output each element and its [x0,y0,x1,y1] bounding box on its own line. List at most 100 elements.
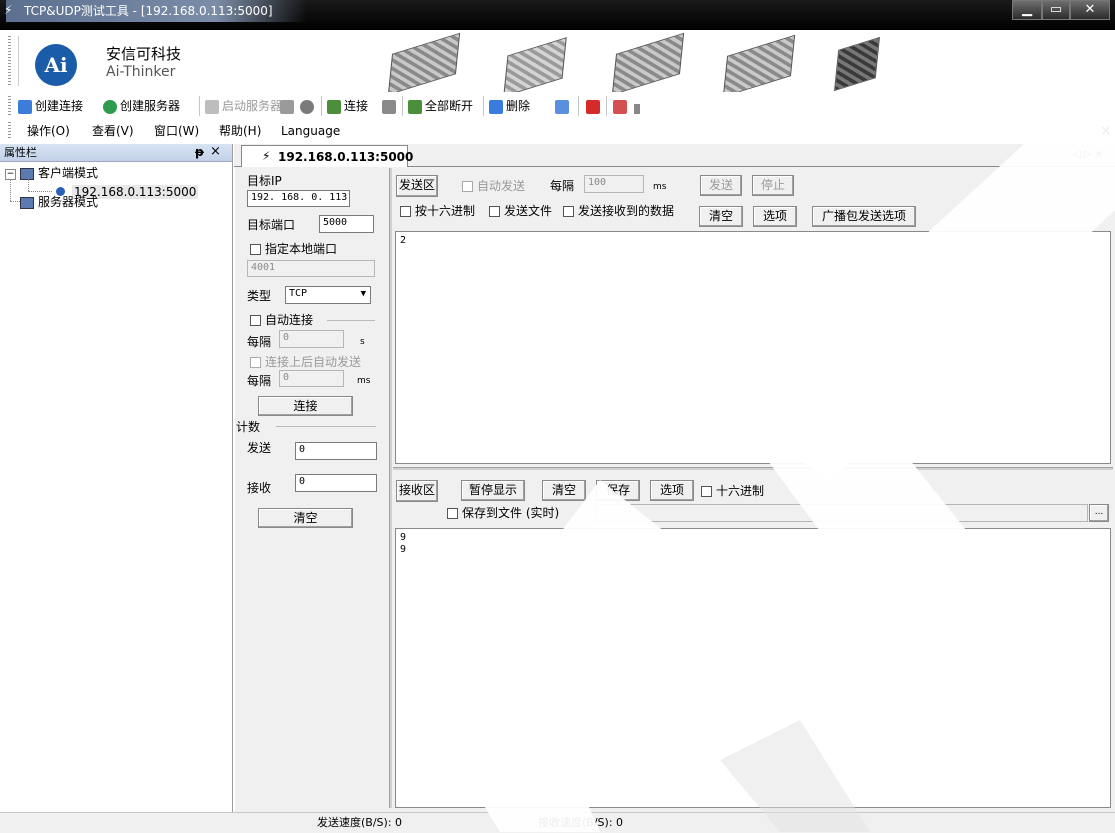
connect-button[interactable]: 连接 [327,97,368,115]
toolbar-grip[interactable] [8,96,11,116]
horizontal-splitter[interactable] [393,467,1113,470]
send-count-label: 发送 [247,441,272,455]
auto-send-checkbox[interactable]: 自动发送 [462,179,525,193]
server-settings-button[interactable] [300,97,317,115]
tree-server-mode[interactable]: 服务器模式 [38,195,98,209]
recv-textarea[interactable]: 9 9 [395,528,1111,808]
target-ip-label: 目标IP [247,174,282,188]
send-options-button[interactable]: 选项 [753,206,797,227]
broadcast-options-button[interactable]: 广播包发送选项 [812,206,916,227]
ai-thinker-logo: Ai [35,44,77,86]
interval-label-2: 每隔 [247,374,272,388]
target-port-label: 目标端口 [247,218,296,232]
network-plug-icon: ⚡ [4,3,13,17]
recv-count-label: 接收 [247,481,272,495]
recv-count-field[interactable]: 0 [295,474,377,492]
computer-icon [20,168,34,180]
vertical-splitter[interactable] [389,168,392,808]
menu-language[interactable]: Language [281,122,340,140]
local-port-input[interactable]: 4001 [247,260,375,277]
recv-hex-checkbox[interactable]: 十六进制 [701,484,764,498]
property-panel [0,144,233,816]
help-icon [613,99,627,114]
recv-options-button[interactable]: 选项 [650,480,694,501]
unit-seconds: s [360,337,365,347]
menu-view[interactable]: 查看(V) [92,122,134,140]
auto-connect-checkbox[interactable]: 自动连接 [250,313,313,327]
type-select[interactable]: TCP ▼ [285,286,371,304]
interval-input-2[interactable]: 0 [279,370,344,387]
send-count-field[interactable]: 0 [295,442,377,460]
send-button[interactable]: 发送 [700,175,742,196]
company-name-en: Ai-Thinker [106,64,176,80]
network-plug-icon: ⚡ [262,149,271,163]
window-title: TCP&UDP测试工具 - [192.168.0.113:5000] [6,0,306,22]
mdi-close-icon[interactable]: × [1100,122,1112,140]
connect-button[interactable]: 连接 [258,396,353,416]
new-connection-icon [18,99,32,114]
send-interval-input[interactable]: 100 [584,175,644,193]
toolbar-overflow-icon[interactable] [634,104,640,114]
minimize-icon[interactable]: ▁ [1012,0,1042,20]
server-icon [20,197,34,209]
pause-display-button[interactable]: 暂停显示 [461,480,525,501]
grip-handle[interactable] [8,36,11,86]
delete-all-icon [555,99,569,114]
send-speed: 发送速度(B/S): 0 [317,816,403,829]
disconnect-all-button[interactable]: 全部断开 [408,97,473,115]
recv-save-button[interactable]: 保存 [596,480,640,501]
unplug-icon [382,99,396,114]
delete-icon [489,99,503,114]
chevron-down-icon[interactable]: ▼ [361,287,366,301]
recv-clear-button[interactable]: 清空 [542,480,586,501]
stop-button[interactable] [586,97,603,115]
globe-icon [103,99,117,114]
disconnect-button[interactable] [382,97,399,115]
save-file-path-input[interactable] [595,504,1088,522]
stop-send-button[interactable]: 停止 [752,175,794,196]
send-interval-label: 每隔 [550,179,575,193]
send-clear-button[interactable]: 清空 [699,206,743,227]
type-label: 类型 [247,289,272,303]
menu-operate[interactable]: 操作(O) [27,122,70,140]
tree-client-mode[interactable]: 客户端模式 [38,166,98,180]
server-icon [205,99,219,114]
send-area-label[interactable]: 发送区 [396,175,438,197]
pin-icon[interactable]: ᵽ [195,145,204,159]
panel-close-icon[interactable]: × [210,145,221,159]
local-port-checkbox[interactable]: 指定本地端口 [250,242,337,256]
delete-button[interactable]: 删除 [489,97,530,115]
target-port-input[interactable]: 5000 [319,215,374,233]
stop-server-button[interactable] [280,97,297,115]
create-server-button[interactable]: 创建服务器 [103,97,180,115]
company-name-cn: 安信可科技 [106,45,182,63]
close-icon[interactable]: ✕ [1070,0,1110,20]
delete-all-button[interactable] [555,97,572,115]
plug-icon [327,99,341,114]
circle-icon [300,99,314,114]
interval-input-1[interactable]: 0 [279,330,344,348]
save-to-file-checkbox[interactable]: 保存到文件 (实时) [447,506,559,520]
power-icon [586,99,600,114]
auto-send-after-connect-checkbox[interactable]: 连接上后自动发送 [250,355,361,369]
interval-label-1: 每隔 [247,335,272,349]
browse-button[interactable]: ... [1089,504,1109,522]
send-textarea[interactable]: 2 [395,231,1111,464]
menu-help[interactable]: 帮助(H) [219,122,261,140]
recv-speed: 接收速度(B/S): 0 [538,816,624,829]
create-connection-button[interactable]: 创建连接 [18,97,83,115]
help-button[interactable] [613,97,630,115]
send-interval-unit: ms [653,182,667,192]
hex-send-checkbox[interactable]: 按十六进制 [400,204,475,218]
recv-area-label[interactable]: 接收区 [396,480,438,502]
send-received-checkbox[interactable]: 发送接收到的数据 [563,204,674,218]
menu-window[interactable]: 窗口(W) [154,122,199,140]
plug-multi-icon [408,99,422,114]
tab-navigation[interactable]: ◁ ▷ × [1073,148,1103,162]
start-server-button[interactable]: 启动服务器 [205,97,282,115]
maximize-icon[interactable]: ▭ [1042,0,1070,20]
tab-connection[interactable]: ⚡ 192.168.0.113:5000 [241,145,413,167]
target-ip-input[interactable]: 192. 168. 0. 113 [247,190,350,207]
send-file-checkbox[interactable]: 发送文件 [489,204,552,218]
clear-count-button[interactable]: 清空 [258,508,353,528]
